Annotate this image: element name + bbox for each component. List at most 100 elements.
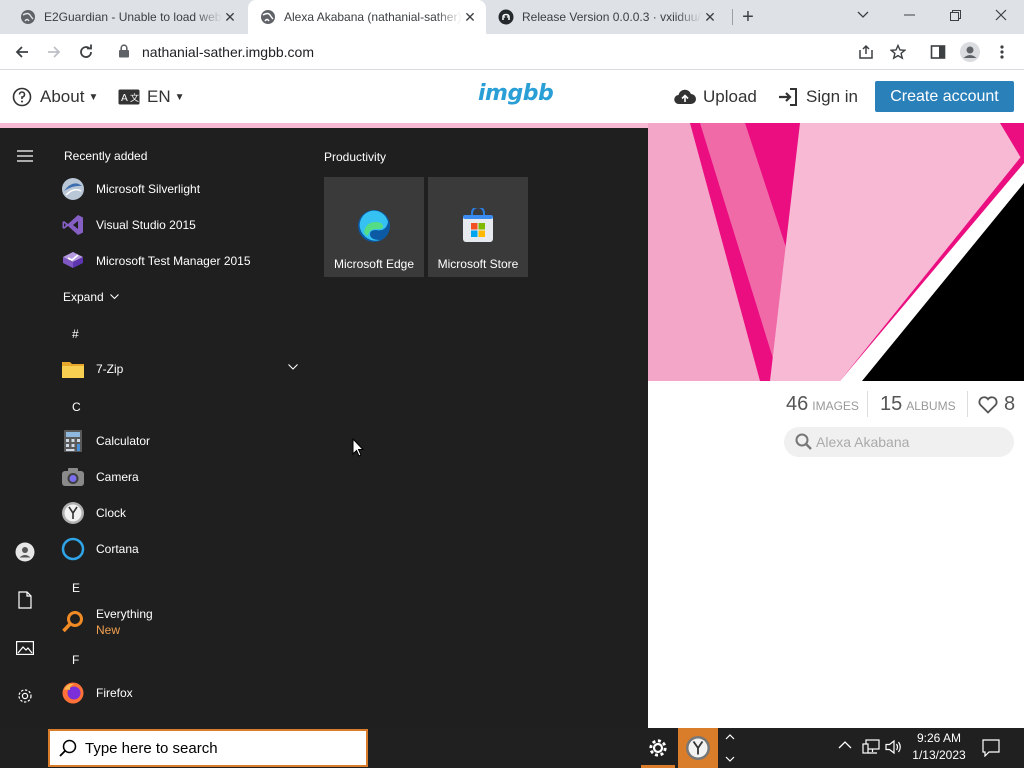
settings-gear-icon[interactable] [13,684,37,708]
kebab-menu-icon[interactable] [990,40,1014,64]
globe-icon [20,9,36,25]
close-icon[interactable]: ✕ [702,9,718,25]
caret-down-icon: ▼ [88,91,99,103]
share-icon[interactable] [854,40,878,64]
app-everything[interactable]: Everything New [60,604,305,640]
sign-in-label: Sign in [806,87,858,106]
app-label: Cortana [96,542,139,556]
new-tab-button[interactable]: + [738,7,758,28]
albums-label: ALBUMS [906,399,956,413]
edge-icon [356,208,392,244]
language-menu[interactable]: A文 EN ▼ [118,71,185,123]
create-account-button[interactable]: Create account [875,81,1014,112]
close-icon[interactable]: ✕ [222,9,238,25]
hamburger-menu-icon[interactable] [13,144,37,168]
search-icon [795,433,813,451]
cortana-icon [60,536,86,562]
app-7-zip[interactable]: 7-Zip [60,351,300,387]
minimize-button[interactable] [886,0,932,30]
likes-stat[interactable]: 8 [978,393,1015,416]
taskbar-search-box[interactable]: Type here to search [48,729,368,767]
bookmark-star-icon[interactable] [886,40,910,64]
app-firefox[interactable]: Firefox [60,675,305,711]
expand-button[interactable]: Expand [63,290,119,304]
sign-in-link[interactable]: Sign in [778,71,858,123]
app-clock[interactable]: Clock [60,495,305,531]
browser-tab-strip: E2Guardian - Unable to load web page ✕ A… [0,0,1024,34]
search-magnifier-icon [60,609,86,635]
user-account-icon[interactable] [13,540,37,564]
profile-avatar-icon[interactable] [958,40,982,64]
address-bar[interactable]: nathanial-sather.imgbb.com [108,37,918,67]
app-calculator[interactable]: Calculator [60,423,305,459]
show-hidden-icons-chevron-icon[interactable] [838,740,852,750]
start-menu: Recently added Microsoft Silverlight Vis… [0,128,648,728]
tab-release-version[interactable]: Release Version 0.0.0.3 · vxiiduu/VxKex … [488,0,726,34]
volume-icon[interactable] [885,739,903,755]
profile-search-placeholder: Alexa Akabana [816,434,910,450]
notification-center-icon[interactable] [982,739,1000,757]
svg-text:A: A [121,93,128,104]
albums-count: 15 [880,393,903,415]
stat-divider [867,391,868,417]
stat-divider [967,391,968,417]
network-icon[interactable] [862,739,880,755]
images-stat[interactable]: 46 IMAGES [786,393,859,416]
tab-title: E2Guardian - Unable to load web page [44,10,222,24]
taskbar-search-placeholder: Type here to search [85,739,218,757]
system-clock[interactable]: 9:26 AM 1/13/2023 [910,730,968,764]
tile-microsoft-store[interactable]: Microsoft Store [428,177,528,277]
lock-icon[interactable] [118,44,130,58]
app-visual-studio-2015[interactable]: Visual Studio 2015 [60,207,305,243]
tab-alexa-akabana[interactable]: Alexa Akabana (nathanial-sather) — ImgBB… [248,0,486,34]
group-header-c[interactable]: C [72,400,81,414]
browser-toolbar: nathanial-sather.imgbb.com [0,34,1024,70]
app-cortana[interactable]: Cortana [60,531,305,567]
close-icon[interactable]: ✕ [462,9,478,25]
sign-in-icon [778,88,798,106]
url-text: nathanial-sather.imgbb.com [142,44,314,60]
tab-search-button[interactable] [840,0,886,30]
chevron-down-icon [109,294,119,300]
pictures-icon[interactable] [13,636,37,660]
clock-icon [60,500,86,526]
albums-stat[interactable]: 15 ALBUMS [880,393,956,416]
group-header-e[interactable]: E [72,581,80,595]
tab-e2guardian[interactable]: E2Guardian - Unable to load web page ✕ [8,0,246,34]
back-button[interactable] [10,40,34,64]
about-label: About [40,87,85,106]
app-camera[interactable]: Camera [60,459,305,495]
settings-gear-icon[interactable] [640,728,676,768]
upload-link[interactable]: Upload [674,71,757,123]
restore-button[interactable] [932,0,978,30]
chevron-down-icon[interactable] [288,364,298,370]
test-manager-icon [60,248,86,274]
silverlight-icon [60,176,86,202]
app-microsoft-test-manager-2015[interactable]: Microsoft Test Manager 2015 [60,243,305,279]
clock-time: 9:26 AM [916,731,962,745]
recently-added-heading: Recently added [64,149,148,163]
start-menu-rail [0,128,50,728]
imgbb-logo[interactable]: imgbb [478,81,554,106]
group-header-f[interactable]: F [72,653,79,667]
group-header-hash[interactable]: # [72,327,79,341]
github-icon [498,9,514,25]
app-label: Everything [96,607,153,621]
app-microsoft-silverlight[interactable]: Microsoft Silverlight [60,171,305,207]
tile-microsoft-edge[interactable]: Microsoft Edge [324,177,424,277]
close-window-button[interactable] [978,0,1024,30]
firefox-icon [60,680,86,706]
forward-button[interactable] [42,40,66,64]
side-panel-icon[interactable] [926,40,950,64]
clock-date: 1/13/2023 [912,748,966,762]
documents-icon[interactable] [13,588,37,612]
profile-search-input[interactable]: Alexa Akabana [784,427,1014,457]
taskbar-scroll-arrows[interactable] [722,730,738,766]
help-circle-icon [12,87,32,107]
clock-app-taskbar-button[interactable] [678,728,718,768]
tile-label: Microsoft Edge [333,257,415,271]
globe-icon [260,9,276,25]
about-menu[interactable]: About ▼ [12,71,98,123]
reload-button[interactable] [74,40,98,64]
app-label: Calculator [96,434,151,448]
